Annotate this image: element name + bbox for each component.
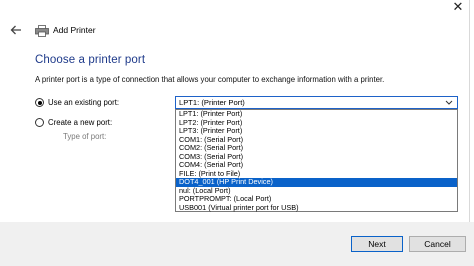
use-existing-port-radio[interactable] bbox=[35, 98, 44, 107]
create-new-port-radio[interactable] bbox=[35, 118, 44, 127]
window-edge bbox=[469, 0, 470, 222]
page-description: A printer port is a type of connection t… bbox=[35, 75, 385, 84]
back-button[interactable] bbox=[9, 23, 25, 39]
use-existing-port-label[interactable]: Use an existing port: bbox=[48, 98, 119, 107]
port-option[interactable]: USB001 (Virtual printer port for USB) bbox=[176, 203, 457, 213]
close-button[interactable]: ✕ bbox=[448, 0, 468, 16]
back-arrow-icon bbox=[10, 25, 21, 35]
type-of-port-label: Type of port: bbox=[63, 132, 107, 141]
existing-port-select-value: LPT1: (Printer Port) bbox=[179, 98, 245, 107]
chevron-down-icon bbox=[445, 100, 453, 105]
close-icon: ✕ bbox=[452, 0, 464, 14]
cancel-button[interactable]: Cancel bbox=[409, 236, 466, 252]
existing-port-select[interactable]: LPT1: (Printer Port) bbox=[175, 96, 458, 109]
page-title: Choose a printer port bbox=[35, 54, 146, 66]
next-button[interactable]: Next bbox=[351, 236, 403, 252]
port-dropdown-list[interactable]: LPT1: (Printer Port) LPT2: (Printer Port… bbox=[175, 109, 458, 212]
create-new-port-label[interactable]: Create a new port: bbox=[48, 118, 112, 127]
window-title: Add Printer bbox=[53, 25, 96, 35]
printer-icon bbox=[35, 25, 49, 37]
